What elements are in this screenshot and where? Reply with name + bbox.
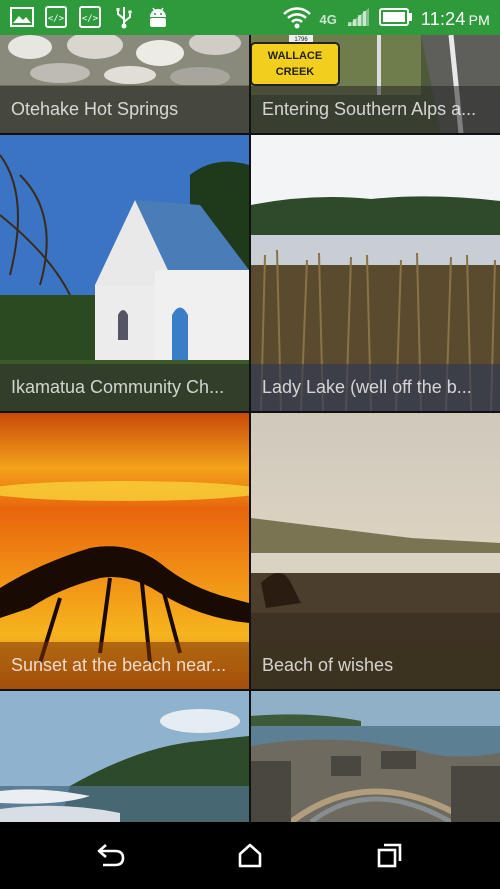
photo-tile[interactable] [251, 691, 500, 822]
svg-text:CREEK: CREEK [276, 66, 315, 78]
photo-title: Sunset at the beach near... [11, 655, 227, 675]
photo-image [0, 691, 249, 822]
photo-tile[interactable]: Otehake Hot Springs [0, 35, 249, 133]
photo-title: Beach of wishes [262, 655, 394, 675]
photo-title: Otehake Hot Springs [11, 99, 179, 119]
photo-title: Lady Lake (well off the b... [262, 377, 472, 397]
code-icon: </> [44, 6, 68, 28]
recents-icon [377, 843, 402, 868]
photo-tile[interactable]: WALLACE CREEK 1796 Entering Southern Alp… [251, 35, 500, 133]
photo-title: Ikamatua Community Ch... [11, 377, 225, 397]
navigation-bar [0, 822, 500, 889]
signal-icon [345, 6, 371, 33]
photo-grid: Otehake Hot Springs WALLACE CREEK 1796 E… [0, 35, 500, 822]
android-icon [146, 6, 170, 28]
photo-tile[interactable]: Lady Lake (well off the b... [251, 135, 500, 411]
photo-tile[interactable]: Beach of wishes [251, 413, 500, 689]
photo-tile[interactable]: Ikamatua Community Ch... [0, 135, 249, 411]
svg-text:1796: 1796 [294, 37, 308, 43]
home-icon [238, 843, 262, 868]
network-type-indicator: 4G [319, 12, 337, 27]
photo-tile[interactable] [0, 691, 249, 822]
wifi-icon [282, 5, 312, 34]
usb-icon [112, 6, 136, 29]
code-icon: </> [78, 6, 102, 28]
photo-image [251, 691, 500, 822]
svg-text:</>: </> [48, 14, 65, 24]
svg-text:</>: </> [82, 14, 99, 24]
status-bar: </> </> 4G 11:24 PM [0, 0, 500, 35]
photo-tile[interactable]: Sunset at the beach near... [0, 413, 249, 689]
photo-title: Entering Southern Alps a... [262, 99, 477, 119]
clock: 11:24 PM [420, 9, 490, 29]
battery-icon [378, 8, 413, 31]
back-button[interactable] [94, 840, 128, 870]
recents-button[interactable] [372, 840, 406, 870]
back-icon [97, 844, 125, 867]
gallery-icon [10, 6, 34, 28]
svg-text:WALLACE: WALLACE [268, 50, 322, 62]
home-button[interactable] [233, 840, 267, 870]
